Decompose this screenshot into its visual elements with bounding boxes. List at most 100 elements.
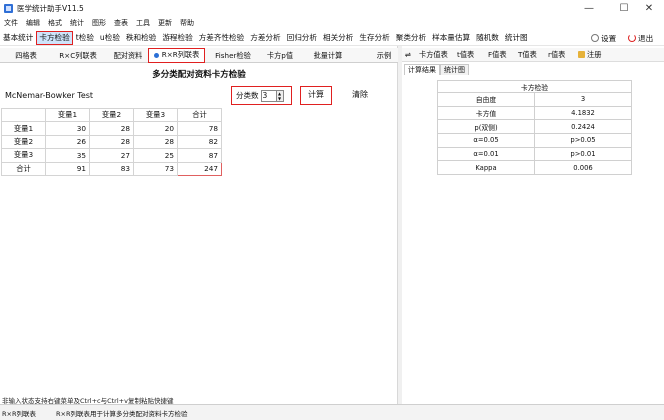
result-value: 0.006 — [534, 160, 632, 176]
lookup-chi-square-table[interactable]: 卡方值表 — [419, 50, 448, 60]
main-tab-variance-homogeneity[interactable]: 方差齐性检验 — [196, 31, 248, 45]
swap-icon[interactable]: ⇌ — [405, 50, 411, 59]
settings-label: 设置 — [601, 33, 617, 43]
subtab-batch[interactable]: 批量计算 — [308, 48, 348, 63]
main-tab-anova[interactable]: 方差分析 — [247, 31, 283, 45]
grid-cell[interactable]: 73 — [133, 161, 178, 176]
main-tab-runs-test[interactable]: 游程检验 — [159, 31, 195, 45]
main-tab-regression[interactable]: 回归分析 — [284, 31, 320, 45]
subtab-paired[interactable]: 配对资料 — [108, 48, 148, 63]
main-toolbar: 基本统计 卡方检验 t检验 u检验 秩和检验 游程检验 方差齐性检验 方差分析 … — [0, 30, 664, 46]
grid-cell[interactable]: 27 — [89, 148, 134, 163]
grid-total-row: 合计 91 83 73 247 — [1, 161, 222, 176]
grid-grand-total-cell[interactable]: 247 — [177, 161, 222, 176]
menu-graph[interactable]: 图形 — [88, 18, 110, 28]
menu-help[interactable]: 帮助 — [176, 18, 198, 28]
status-current-module: R×R列联表 — [2, 409, 36, 418]
exit-button[interactable]: 退出 — [628, 30, 653, 46]
grid-total-cell[interactable]: 87 — [177, 148, 222, 163]
menu-file[interactable]: 文件 — [0, 18, 22, 28]
lookup-toolbar: ⇌ 卡方值表 t值表 F值表 T值表 r值表 注册 — [402, 48, 664, 62]
grid-total-cell[interactable]: 78 — [177, 121, 222, 136]
settings-button[interactable]: 设置 — [591, 30, 616, 46]
grid-cell[interactable]: 83 — [89, 161, 134, 176]
result-table: 卡方检验 自由度 3 卡方值 4.1832 p(双侧) 0.2424 α=0.05 p>… — [437, 80, 632, 176]
grid-cell[interactable]: 35 — [45, 148, 90, 163]
grid-cell[interactable]: 91 — [45, 161, 90, 176]
power-icon — [628, 34, 636, 42]
main-tab-chart[interactable]: 统计图 — [502, 31, 531, 45]
main-tab-rank-sum[interactable]: 秩和检验 — [123, 31, 159, 45]
result-row: α=0.05 p>0.05 — [437, 133, 632, 148]
subtab-fourfold[interactable]: 四格表 — [6, 48, 46, 63]
menu-edit[interactable]: 编辑 — [22, 18, 44, 28]
data-grid: 变量1 变量2 变量3 合计 变量1 30 28 20 78 变量2 26 28… — [1, 107, 222, 176]
right-panel: ⇌ 卡方值表 t值表 F值表 T值表 r值表 注册 计算结果 统计图 卡方检验 … — [402, 46, 664, 404]
register-label: 注册 — [587, 49, 602, 59]
main-tab-survival[interactable]: 生存分析 — [356, 31, 392, 45]
result-caption: 卡方检验 — [437, 80, 632, 93]
subtab-example[interactable]: 示例 — [374, 48, 394, 63]
main-tab-basic-stats[interactable]: 基本统计 — [0, 31, 36, 45]
main-tab-sample-size[interactable]: 样本量估算 — [429, 31, 473, 45]
category-count-stepper[interactable]: ▲ ▼ — [276, 89, 284, 102]
lookup-r-table[interactable]: r值表 — [548, 50, 565, 60]
main-tab-random-number[interactable]: 随机数 — [473, 31, 502, 45]
clear-button[interactable]: 清除 — [352, 89, 368, 100]
grid-cell[interactable]: 20 — [133, 121, 178, 136]
result-key: p(双侧) — [437, 119, 535, 135]
lookup-f-table[interactable]: F值表 — [488, 50, 507, 60]
menu-stats[interactable]: 统计 — [66, 18, 88, 28]
grid-cell[interactable]: 28 — [89, 121, 134, 136]
status-bar: R×R列联表 R×R列联表用于计算多分类配对资料卡方检验 — [0, 404, 664, 420]
main-tab-cluster[interactable]: 聚类分析 — [393, 31, 429, 45]
result-key: 自由度 — [437, 92, 535, 107]
grid-cell[interactable]: 30 — [45, 121, 90, 136]
grid-column-header: 变量3 — [133, 107, 178, 123]
grid-header-row: 变量1 变量2 变量3 合计 — [1, 107, 222, 123]
subtab-rxc[interactable]: R×C列联表 — [52, 48, 104, 63]
main-tab-u-test[interactable]: u检验 — [97, 31, 123, 45]
result-key: 卡方值 — [437, 105, 535, 121]
main-tab-chi-square[interactable]: 卡方检验 — [36, 30, 73, 45]
category-count-control: 分类数 3 ▲ ▼ — [231, 86, 292, 105]
result-value: 3 — [534, 92, 632, 107]
grid-cell[interactable]: 25 — [133, 148, 178, 163]
tab-statistical-chart[interactable]: 统计图 — [440, 64, 469, 75]
register-icon — [578, 51, 585, 58]
grid-cell[interactable]: 28 — [89, 134, 134, 150]
close-button[interactable]: ✕ — [634, 0, 664, 17]
test-name: McNemar-Bowker Test — [5, 91, 94, 100]
calculate-button[interactable]: 计算 — [300, 86, 332, 105]
grid-cell[interactable]: 26 — [45, 134, 90, 150]
menu-format[interactable]: 格式 — [44, 18, 66, 28]
main-tab-t-test[interactable]: t检验 — [73, 31, 97, 45]
result-key: α=0.01 — [437, 146, 535, 162]
result-row: Kappa 0.006 — [437, 160, 632, 176]
result-row: α=0.01 p>0.01 — [437, 146, 632, 162]
subtab-rxr[interactable]: R×R列联表 — [148, 48, 205, 63]
main-tab-correlation[interactable]: 相关分析 — [320, 31, 356, 45]
menu-lookup[interactable]: 查表 — [110, 18, 132, 28]
status-description: R×R列联表用于计算多分类配对资料卡方检验 — [55, 409, 188, 418]
category-count-input[interactable]: 3 — [260, 89, 277, 102]
lookup-t-table[interactable]: t值表 — [457, 50, 474, 60]
stepper-down-icon[interactable]: ▼ — [277, 96, 283, 101]
result-row: 卡方值 4.1832 — [437, 105, 632, 121]
grid-column-header: 合计 — [177, 107, 222, 123]
minimize-button[interactable]: — — [574, 0, 604, 17]
grid-cell[interactable]: 28 — [133, 134, 178, 150]
result-value: 4.1832 — [534, 105, 632, 121]
lookup-T-table[interactable]: T值表 — [518, 50, 537, 60]
grid-column-header: 变量1 — [45, 107, 90, 123]
register-button[interactable]: 注册 — [578, 50, 601, 60]
menu-tools[interactable]: 工具 — [132, 18, 154, 28]
tab-calculation-result[interactable]: 计算结果 — [404, 64, 440, 75]
subtab-chi-p[interactable]: 卡方p值 — [262, 48, 298, 63]
grid-row-header: 变量2 — [1, 134, 46, 150]
menu-update[interactable]: 更新 — [154, 18, 176, 28]
grid-total-cell[interactable]: 82 — [177, 134, 222, 150]
result-value: p>0.05 — [534, 133, 632, 148]
subtab-fisher[interactable]: Fisher检验 — [210, 48, 256, 63]
grid-row-header: 合计 — [1, 161, 46, 176]
